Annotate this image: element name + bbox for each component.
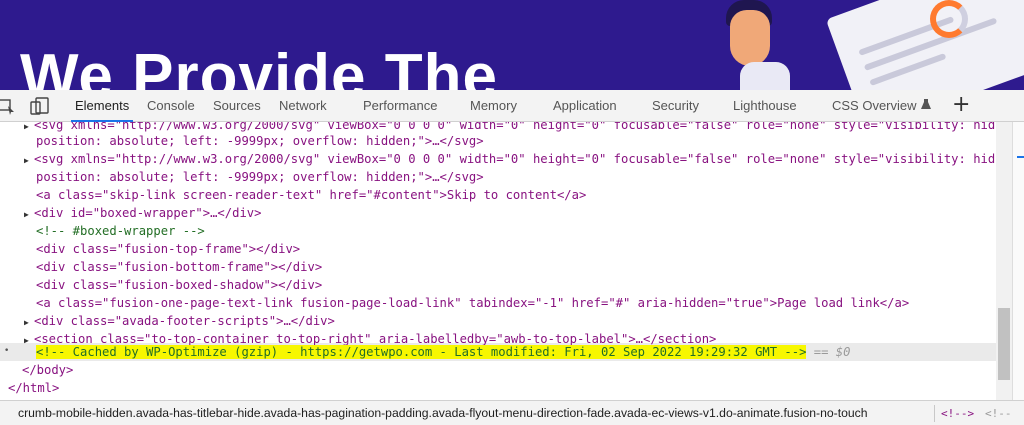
tab-performance[interactable]: Performance — [363, 90, 437, 122]
tab-sources[interactable]: Sources — [213, 90, 261, 122]
breadcrumb-body-classes[interactable]: crumb-mobile-hidden.avada-has-titlebar-h… — [18, 401, 868, 425]
tab-application[interactable]: Application — [553, 90, 617, 122]
selected-node-marker: • — [4, 346, 10, 356]
dom-node-page-load-link[interactable]: <a class="fusion-one-page-text-link fusi… — [36, 294, 909, 312]
tab-css-overview-label: CSS Overview — [832, 98, 917, 113]
tab-css-overview[interactable]: CSS Overview — [832, 90, 931, 122]
vertical-scrollbar[interactable] — [996, 122, 1012, 400]
devtools-toolbar: Elements Console Sources Network Perform… — [0, 90, 1024, 122]
tab-security[interactable]: Security — [652, 90, 699, 122]
breadcrumb-next-comment[interactable]: <!-- — [985, 401, 1012, 425]
illustration-shirt — [740, 62, 790, 90]
scrollbar-thumb[interactable] — [998, 308, 1010, 380]
dom-node-boxed-shadow[interactable]: <div class="fusion-boxed-shadow"></div> — [36, 276, 322, 294]
breadcrumb-selected-comment[interactable]: <!--> — [941, 401, 974, 425]
tab-lighthouse[interactable]: Lighthouse — [733, 90, 797, 122]
dom-node-svg-2[interactable]: ▶ <svg xmlns="http://www.w3.org/2000/svg"… — [24, 150, 996, 168]
expand-triangle-icon[interactable]: ▶ — [24, 122, 34, 136]
styles-pane-edge — [1012, 122, 1024, 400]
tab-network[interactable]: Network — [279, 90, 327, 122]
tab-memory[interactable]: Memory — [470, 90, 517, 122]
expand-triangle-icon[interactable]: ▶ — [24, 152, 34, 170]
tab-console[interactable]: Console — [147, 90, 195, 122]
dom-node-bottom-frame[interactable]: <div class="fusion-bottom-frame"></div> — [36, 258, 322, 276]
illustration-donut-chart-icon — [930, 0, 968, 38]
expand-triangle-icon[interactable]: ▶ — [24, 206, 34, 224]
dom-node-top-frame[interactable]: <div class="fusion-top-frame"></div> — [36, 240, 300, 258]
console-ref-label: == $0 — [813, 345, 851, 359]
dom-node-html-close[interactable]: </html> — [8, 379, 59, 397]
devtools-window: We Provide The Elements Console Sources … — [0, 0, 1024, 425]
inspect-cursor-icon[interactable] — [0, 96, 20, 116]
dom-node-footer-scripts[interactable]: ▶ <div class="avada-footer-scripts">…</di… — [24, 312, 335, 330]
dom-node-boxed-wrapper[interactable]: ▶ <div id="boxed-wrapper">…</div> — [24, 204, 261, 222]
expand-triangle-icon[interactable]: ▶ — [24, 332, 34, 350]
flask-icon — [920, 91, 931, 123]
highlighted-comment: <!-- Cached by WP-Optimize (gzip) - http… — [36, 345, 807, 359]
website-hero: We Provide The — [0, 0, 1024, 90]
elements-dom-tree[interactable]: • ▶ <svg xmlns="http://www.w3.org/2000/sv… — [0, 122, 996, 400]
illustration-person — [720, 0, 780, 70]
device-toggle-icon[interactable] — [30, 96, 50, 116]
dom-comment-boxed-wrapper[interactable]: <!-- #boxed-wrapper --> — [36, 222, 205, 240]
more-tabs-plus-icon[interactable]: + — [952, 90, 970, 122]
illustration-card — [825, 0, 1024, 90]
dom-node-body-close[interactable]: </body> — [22, 361, 73, 379]
breadcrumb: crumb-mobile-hidden.avada-has-titlebar-h… — [0, 400, 1024, 425]
dom-node-svg-1-cont: position: absolute; left: -9999px; overf… — [36, 134, 484, 148]
dom-node-svg-2-cont: position: absolute; left: -9999px; overf… — [36, 170, 484, 184]
dom-node-skip-link[interactable]: <a class="skip-link screen-reader-text" … — [36, 186, 586, 204]
tab-elements[interactable]: Elements — [70, 90, 134, 122]
hero-title: We Provide The — [20, 42, 498, 91]
dom-comment-wp-optimize[interactable]: <!-- Cached by WP-Optimize (gzip) - http… — [36, 343, 850, 361]
